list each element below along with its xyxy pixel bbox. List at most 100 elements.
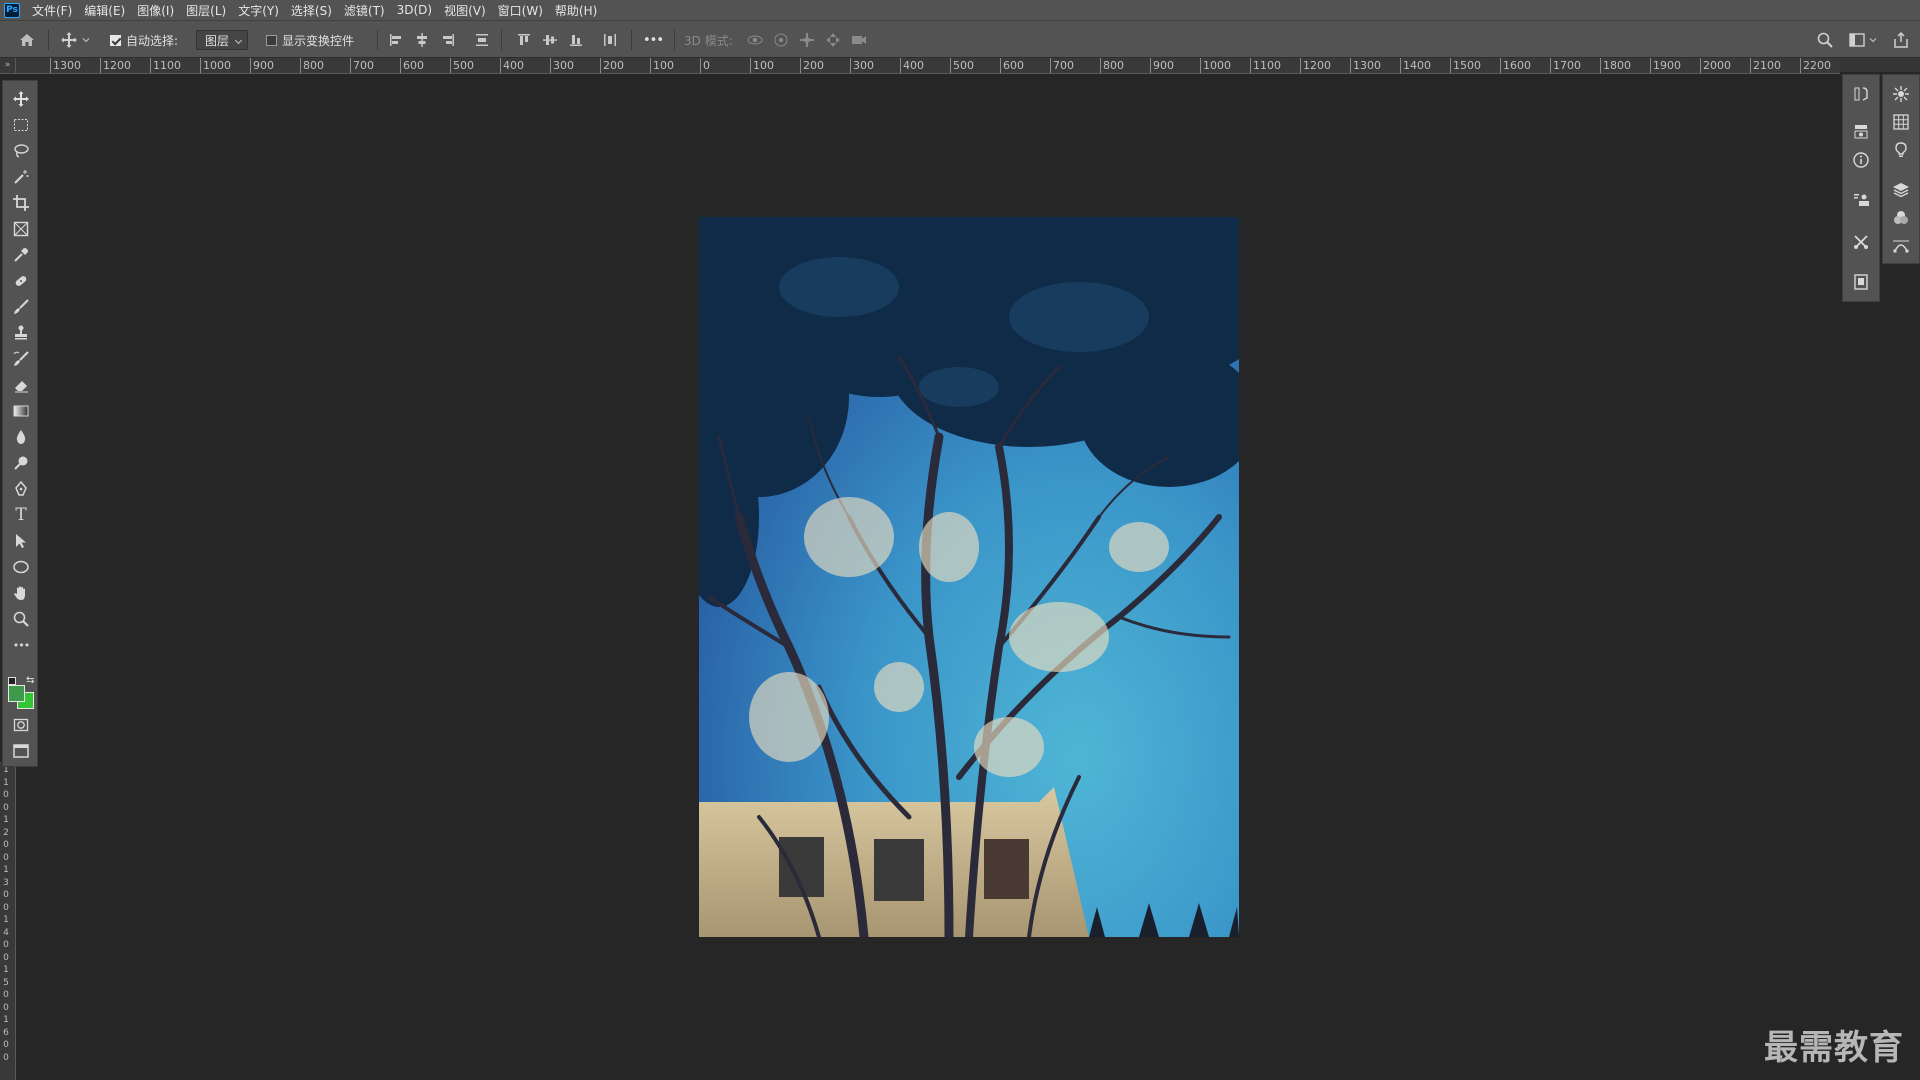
auto-select-checkbox[interactable] xyxy=(110,34,121,46)
pen-tool[interactable] xyxy=(3,477,39,501)
3d-scale-button[interactable] xyxy=(850,21,868,59)
foreground-color-swatch[interactable] xyxy=(8,685,25,702)
screen-mode-button[interactable] xyxy=(3,739,39,763)
layers-panel-button[interactable] xyxy=(1883,177,1919,203)
tool-presets-panel-button[interactable] xyxy=(1843,229,1879,255)
ruler-tick xyxy=(1250,58,1251,73)
ruler-tick xyxy=(300,58,301,73)
eraser-tool[interactable] xyxy=(3,373,39,397)
auto-select-target-dropdown[interactable]: 图层 xyxy=(196,30,249,50)
history-panel-button[interactable] xyxy=(1843,81,1879,107)
ruler-origin[interactable]: » xyxy=(0,58,16,74)
ruler-tick xyxy=(1100,58,1101,73)
quick-mask-button[interactable] xyxy=(3,713,39,737)
panel-dock-collapse-bar[interactable] xyxy=(1840,58,1920,72)
character-panel-button[interactable] xyxy=(1843,187,1879,213)
history-brush-tool[interactable] xyxy=(3,347,39,371)
ruler-tick-label: 0 xyxy=(3,840,9,850)
align-horizontal-centers-button[interactable] xyxy=(413,21,431,59)
move-tool-preset-picker[interactable] xyxy=(60,21,91,59)
move-icon xyxy=(61,32,77,48)
3d-mode-label: 3D 模式: xyxy=(684,33,733,48)
3d-pan-button[interactable] xyxy=(798,21,816,59)
frame-tool[interactable] xyxy=(3,217,39,241)
menu-type[interactable]: 文字(Y) xyxy=(232,2,285,19)
align-top-edges-button[interactable] xyxy=(515,21,533,59)
more-options-button[interactable]: ••• xyxy=(643,33,664,48)
ruler-tick xyxy=(1000,58,1001,73)
distribute-horizontal-icon xyxy=(604,34,616,46)
3d-slide-button[interactable] xyxy=(824,21,842,59)
dodge-tool[interactable] xyxy=(3,451,39,475)
share-button[interactable] xyxy=(1892,21,1910,59)
swatches-panel-button[interactable] xyxy=(1883,109,1919,135)
channels-panel-button[interactable] xyxy=(1883,205,1919,231)
distribute-horizontal-button[interactable] xyxy=(601,21,619,59)
menu-layer[interactable]: 图层(L) xyxy=(180,2,232,19)
healing-brush-tool[interactable] xyxy=(3,269,39,293)
menu-window[interactable]: 窗口(W) xyxy=(492,2,549,19)
search-button[interactable] xyxy=(1816,21,1834,59)
ruler-tick-label: 2100 xyxy=(1753,59,1781,72)
gradient-tool[interactable] xyxy=(3,399,39,423)
adjustments-icon xyxy=(1893,86,1909,102)
default-colors-icon[interactable] xyxy=(8,677,16,685)
crop-tool[interactable] xyxy=(3,191,39,215)
path-selection-tool[interactable] xyxy=(3,529,39,553)
menu-filter[interactable]: 滤镜(T) xyxy=(338,2,391,19)
align-bottom-edges-button[interactable] xyxy=(567,21,585,59)
vertical-ruler[interactable]: 1 1 0 0 1 2 0 0 1 3 0 0 1 4 0 0 1 5 0 0 1 6 0 0 xyxy=(0,762,16,1080)
edit-toolbar-button[interactable]: ••• xyxy=(3,633,39,657)
menu-help[interactable]: 帮助(H) xyxy=(549,2,603,19)
align-vertical-centers-button[interactable] xyxy=(541,21,559,59)
ruler-tick-label: 1 xyxy=(3,965,9,975)
magic-wand-tool[interactable] xyxy=(3,165,39,189)
marquee-tool[interactable] xyxy=(3,113,39,137)
eyedropper-tool[interactable] xyxy=(3,243,39,267)
menu-select[interactable]: 选择(S) xyxy=(285,2,338,19)
home-button[interactable] xyxy=(18,21,36,59)
adjustments-panel-button[interactable] xyxy=(1883,81,1919,107)
menu-file[interactable]: 文件(F) xyxy=(26,2,78,19)
canvas-photo[interactable] xyxy=(699,217,1239,937)
tools-panel: T ••• ⇆ xyxy=(2,80,38,767)
menu-view[interactable]: 视图(V) xyxy=(438,2,492,19)
options-bar: 自动选择: 图层 显示变换控件 ••• 3D 模式: xyxy=(0,20,1920,58)
distribute-vertical-button[interactable] xyxy=(473,21,491,59)
horizontal-ruler[interactable]: 1300 1200 1100 1000 900 800 700 600 500 400 300 200… xyxy=(16,58,1840,74)
hand-tool[interactable] xyxy=(3,581,39,605)
zoom-tool[interactable] xyxy=(3,607,39,631)
info-panel-button[interactable] xyxy=(1843,147,1879,173)
ruler-tick-label: 1400 xyxy=(1403,59,1431,72)
ruler-tick xyxy=(250,58,251,73)
menu-3d[interactable]: 3D(D) xyxy=(391,3,438,17)
type-tool[interactable]: T xyxy=(3,503,39,527)
menu-image[interactable]: 图像(I) xyxy=(131,2,180,19)
blur-tool[interactable] xyxy=(3,425,39,449)
3d-roll-button[interactable] xyxy=(772,21,790,59)
menu-edit[interactable]: 编辑(E) xyxy=(78,2,131,19)
align-middle-icon xyxy=(543,35,557,45)
workspace-icon xyxy=(1849,33,1865,47)
navigator-panel-button[interactable] xyxy=(1843,269,1879,295)
align-left-edges-button[interactable] xyxy=(387,21,405,59)
3d-orbit-icon xyxy=(747,35,763,45)
lasso-tool[interactable] xyxy=(3,139,39,163)
workspace-switcher-button[interactable] xyxy=(1848,21,1878,59)
align-right-edges-button[interactable] xyxy=(439,21,457,59)
clone-stamp-tool[interactable] xyxy=(3,321,39,345)
ruler-tick xyxy=(1800,58,1801,73)
ellipse-tool[interactable] xyxy=(3,555,39,579)
move-tool[interactable] xyxy=(3,87,39,111)
properties-panel-button[interactable] xyxy=(1843,119,1879,145)
3d-orbit-button[interactable] xyxy=(746,21,764,59)
ruler-tick-label: 1700 xyxy=(1553,59,1581,72)
paths-panel-button[interactable] xyxy=(1883,233,1919,259)
show-transform-controls-checkbox[interactable] xyxy=(266,34,277,46)
ruler-tick xyxy=(900,58,901,73)
learn-panel-button[interactable] xyxy=(1883,137,1919,163)
brush-tool[interactable] xyxy=(3,295,39,319)
ruler-tick-label: 700 xyxy=(1053,59,1074,72)
swap-colors-icon[interactable]: ⇆ xyxy=(26,675,34,686)
ruler-tick-label: 1100 xyxy=(1253,59,1281,72)
